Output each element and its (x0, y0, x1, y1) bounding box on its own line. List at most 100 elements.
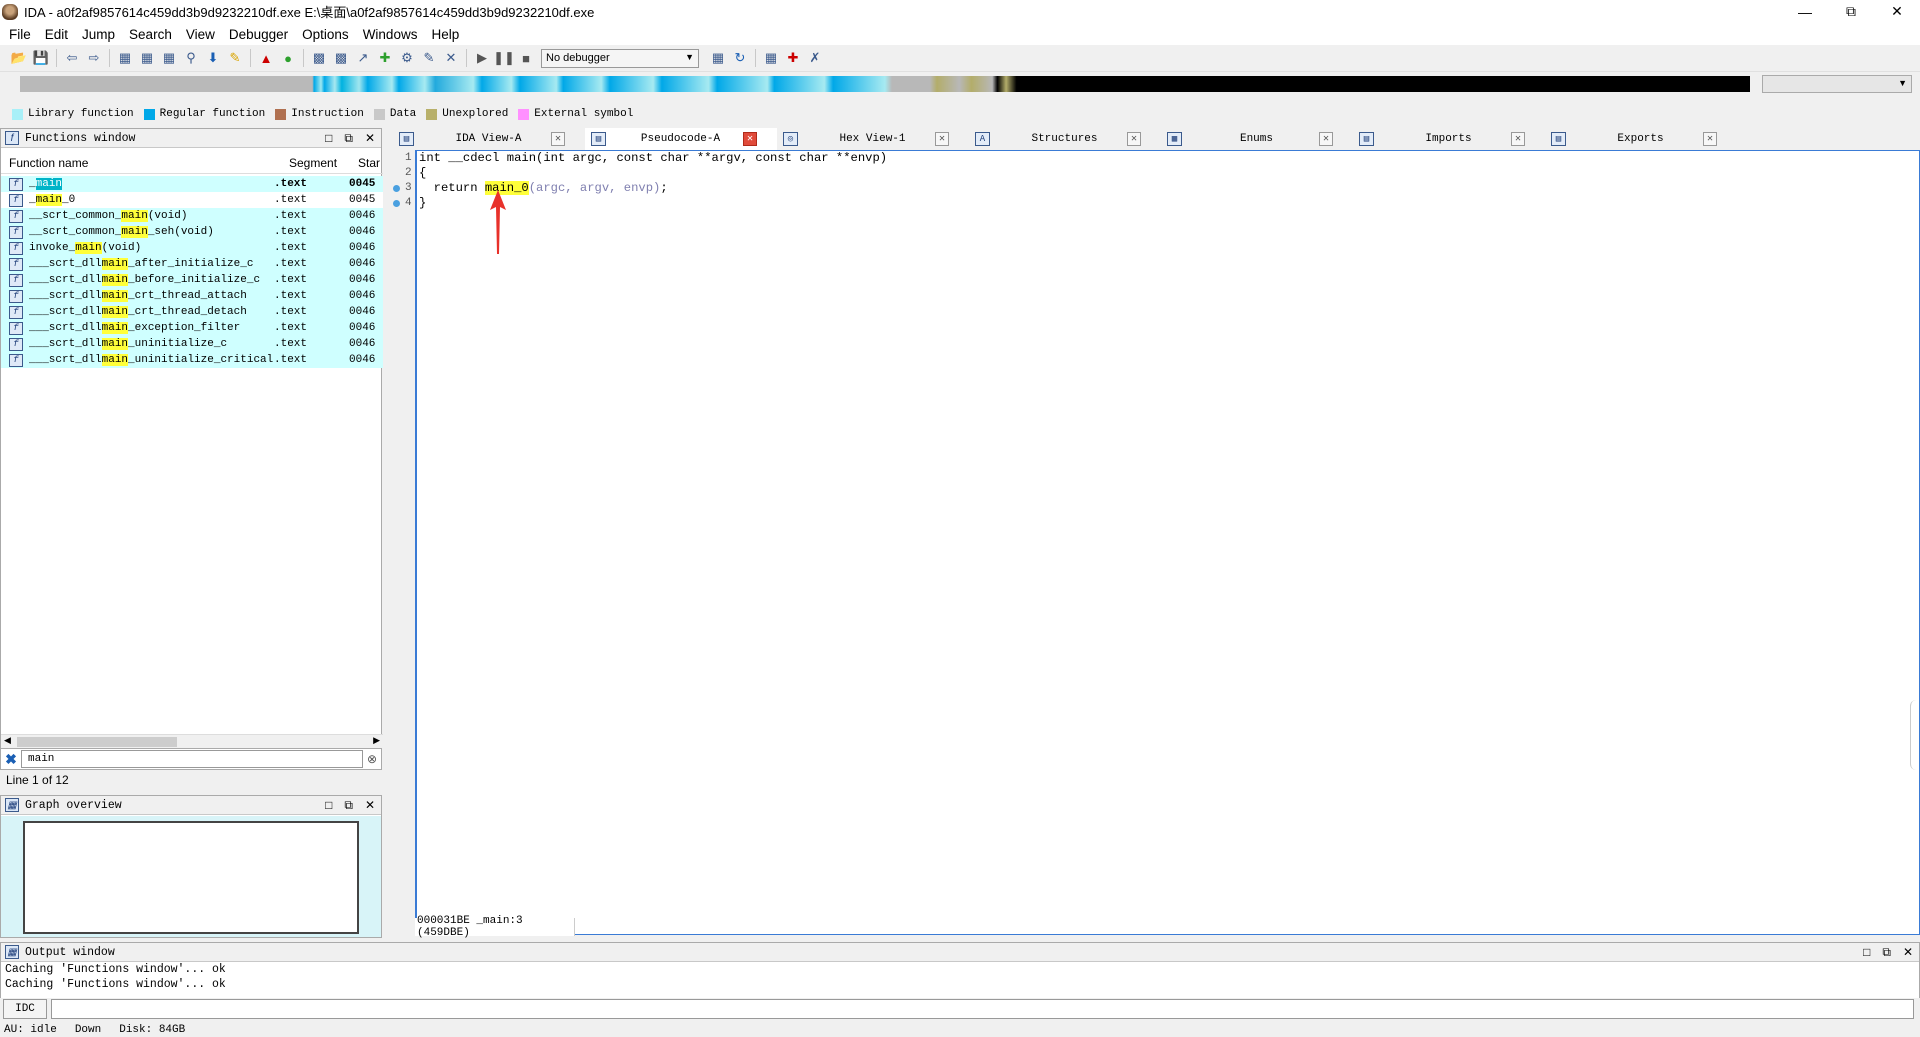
function-row[interactable]: f ___scrt_dllmain_crt_thread_detach .text 0… (1, 304, 383, 320)
structures-tool-icon[interactable]: ▦ (760, 47, 782, 69)
column-start[interactable]: Star (356, 156, 383, 170)
tab-hex-view-1[interactable]: ◎ Hex View-1 ✕ (777, 128, 969, 150)
clear-search-icon[interactable]: ⊗ (363, 750, 381, 768)
delete-icon[interactable]: ✕ (440, 47, 462, 69)
menu-windows[interactable]: Windows (356, 27, 425, 42)
function-row[interactable]: f _main .text 0045 (1, 176, 383, 192)
float-panel-icon[interactable]: ⧉ (1882, 945, 1891, 960)
menu-edit[interactable]: Edit (38, 27, 75, 42)
breakpoint-dot-icon[interactable] (393, 200, 400, 207)
pseudocode-view[interactable]: int __cdecl main(int argc, const char **… (415, 150, 1920, 935)
function-search-input[interactable]: main (21, 750, 363, 768)
mark-icon[interactable]: ✎ (224, 47, 246, 69)
close-tab-icon[interactable]: ✕ (1511, 132, 1525, 146)
back-icon[interactable]: ⇦ (61, 47, 83, 69)
add-breakpoint-icon[interactable]: ✚ (782, 47, 804, 69)
function-row[interactable]: f _main_0 .text 0045 (1, 192, 383, 208)
legend-swatch (275, 108, 287, 120)
jump-down-icon[interactable]: ⬇ (202, 47, 224, 69)
menu-debugger[interactable]: Debugger (222, 27, 295, 42)
save-icon[interactable]: 💾 (30, 47, 52, 69)
code-line-1[interactable]: int __cdecl main(int argc, const char **… (419, 151, 887, 165)
close-tab-icon[interactable]: ✕ (1703, 132, 1717, 146)
code-line-2[interactable]: { (419, 166, 426, 180)
float-panel-icon[interactable]: ⧉ (344, 131, 353, 146)
close-tab-icon[interactable]: ✕ (743, 132, 757, 146)
restore-button[interactable]: ⧉ (1828, 0, 1874, 23)
code-line-3[interactable]: return main_0(argc, argv, envp); (419, 181, 668, 195)
menu-jump[interactable]: Jump (75, 27, 122, 42)
menu-options[interactable]: Options (295, 27, 356, 42)
pause-icon[interactable]: ❚❚ (493, 47, 515, 69)
function-row[interactable]: f ___scrt_dllmain_uninitialize_critical .t… (1, 352, 383, 368)
edit-icon[interactable]: ✎ (418, 47, 440, 69)
function-row[interactable]: f ___scrt_dllmain_after_initialize_c .text… (1, 256, 383, 272)
menu-search[interactable]: Search (122, 27, 179, 42)
debugger-select[interactable]: No debugger ▼ (541, 48, 699, 68)
scroll-left-icon[interactable]: ◀ (4, 735, 11, 746)
close-search-icon[interactable]: ✖ (1, 751, 21, 768)
function-row[interactable]: f __scrt_common_main_seh(void) .text 0046 (1, 224, 383, 240)
menu-help[interactable]: Help (424, 27, 466, 42)
menu-file[interactable]: File (2, 27, 38, 42)
scroll-right-icon[interactable]: ▶ (373, 735, 380, 746)
run-indicator-icon[interactable]: ● (277, 47, 299, 69)
close-panel-icon[interactable]: ✕ (365, 131, 375, 146)
maximize-panel-icon[interactable]: □ (325, 798, 332, 813)
close-panel-icon[interactable]: ✕ (365, 798, 375, 813)
function-row[interactable]: f invoke_main(void) .text 0046 (1, 240, 383, 256)
chart-icon[interactable]: ▩ (330, 47, 352, 69)
function-row[interactable]: f ___scrt_dllmain_before_initialize_c .tex… (1, 272, 383, 288)
horizontal-scrollbar[interactable]: ◀ ▶ (1, 734, 383, 748)
graph-viewport-box[interactable] (23, 821, 359, 934)
scrollbar-thumb[interactable] (17, 737, 177, 747)
patch-icon[interactable]: ⚙ (396, 47, 418, 69)
command-input[interactable] (51, 999, 1914, 1019)
remove-breakpoint-icon[interactable]: ✗ (804, 47, 826, 69)
close-tab-icon[interactable]: ✕ (935, 132, 949, 146)
xref-icon[interactable]: ↗ (352, 47, 374, 69)
attach-icon[interactable]: ↻ (729, 47, 751, 69)
code-line-4[interactable]: } (419, 196, 426, 210)
debugger-options-icon[interactable]: ▦ (707, 47, 729, 69)
breakpoint-dot-icon[interactable] (393, 185, 400, 192)
idc-language-button[interactable]: IDC (3, 999, 47, 1019)
navigation-dropdown[interactable]: ▼ (1762, 75, 1912, 93)
tab-enums[interactable]: ▦ Enums ✕ (1161, 128, 1353, 150)
close-window-button[interactable]: ✕ (1874, 0, 1920, 23)
function-row[interactable]: f __scrt_common_main(void) .text 0046 (1, 208, 383, 224)
tab-pseudocode-a[interactable]: ▤ Pseudocode-A ✕ (585, 128, 777, 150)
close-tab-icon[interactable]: ✕ (1319, 132, 1333, 146)
function-row[interactable]: f ___scrt_dllmain_exception_filter .text 00… (1, 320, 383, 336)
right-edge-handle[interactable] (1910, 700, 1920, 770)
maximize-panel-icon[interactable]: □ (325, 131, 332, 146)
menu-view[interactable]: View (179, 27, 222, 42)
graph-icon[interactable]: ▩ (308, 47, 330, 69)
start-debug-icon[interactable]: ▶ (471, 47, 493, 69)
navigation-strip[interactable] (20, 76, 1750, 92)
open-icon[interactable]: 📂 (8, 47, 30, 69)
forward-icon[interactable]: ⇨ (83, 47, 105, 69)
stop-icon[interactable]: ■ (515, 47, 537, 69)
tab-exports[interactable]: ▤ Exports ✕ (1545, 128, 1737, 150)
plugin-icon[interactable]: ✚ (374, 47, 396, 69)
column-function-name[interactable]: Function name (1, 156, 281, 170)
graph-overview-area[interactable] (1, 816, 381, 937)
close-tab-icon[interactable]: ✕ (1127, 132, 1141, 146)
float-panel-icon[interactable]: ⧉ (344, 798, 353, 813)
function-row[interactable]: f ___scrt_dllmain_uninitialize_c .text 0046 (1, 336, 383, 352)
tab-imports[interactable]: ▤ Imports ✕ (1353, 128, 1545, 150)
search-icon[interactable]: ⚲ (180, 47, 202, 69)
tab-structures[interactable]: A Structures ✕ (969, 128, 1161, 150)
analysis-icon[interactable]: ▲ (255, 47, 277, 69)
close-panel-icon[interactable]: ✕ (1903, 945, 1913, 960)
text-search-icon[interactable]: ▦ (136, 47, 158, 69)
close-tab-icon[interactable]: ✕ (551, 132, 565, 146)
minimize-button[interactable]: — (1782, 0, 1828, 23)
maximize-panel-icon[interactable]: □ (1863, 945, 1870, 960)
tab-ida-view-a[interactable]: ▤ IDA View-A ✕ (393, 128, 585, 150)
binary-search-icon[interactable]: ▦ (114, 47, 136, 69)
immediate-search-icon[interactable]: ▦ (158, 47, 180, 69)
function-row[interactable]: f ___scrt_dllmain_crt_thread_attach .text 0… (1, 288, 383, 304)
column-segment[interactable]: Segment (281, 156, 356, 170)
